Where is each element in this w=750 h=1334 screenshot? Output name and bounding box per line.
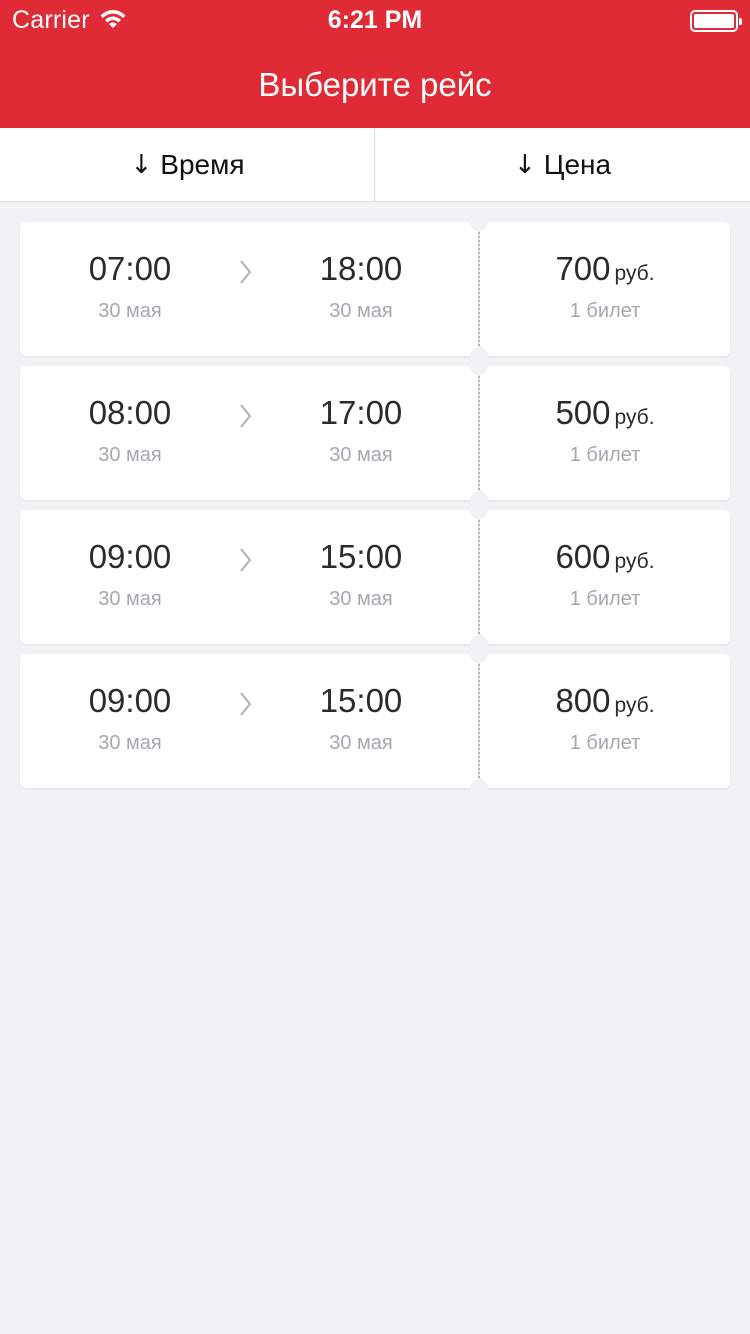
trip-card[interactable]: 08:00 30 мая 17:00 30 мая 500 руб. 1 биле…: [20, 357, 730, 509]
ticket-notch: [470, 645, 488, 663]
sort-time-label: Время: [160, 149, 245, 180]
price-currency: руб.: [614, 694, 655, 717]
ticket-count: 1 билет: [569, 444, 641, 466]
arrival-date: 30 мая: [329, 444, 393, 466]
departure: 08:00 30 мая: [40, 394, 220, 467]
ticket-notch: [470, 357, 488, 375]
departure-time: 07:00: [88, 250, 172, 287]
price-currency: руб.: [614, 262, 655, 285]
sort-bar: ↓ Время ↓ Цена: [0, 128, 750, 202]
arrival-time: 15:00: [319, 538, 403, 575]
status-time: 6:21 PM: [327, 6, 423, 34]
battery-icon: [690, 10, 742, 32]
arrow-down-icon: ↓: [513, 150, 536, 180]
sort-price-label: Цена: [543, 149, 612, 180]
arrow-down-icon: ↓: [130, 150, 153, 180]
arrival-time: 17:00: [319, 394, 403, 431]
departure: 07:00 30 мая: [40, 250, 220, 323]
departure-date: 30 мая: [98, 588, 162, 610]
price-currency: руб.: [614, 406, 655, 429]
page-title: Выберите рейс: [258, 66, 492, 103]
ticket-count: 1 билет: [569, 588, 641, 610]
chevron-right-icon: [240, 548, 252, 572]
price-box: 800 руб. 1 билет: [480, 682, 730, 755]
arrival: 15:00 30 мая: [271, 682, 451, 755]
price-value: 800: [555, 682, 611, 719]
arrival: 18:00 30 мая: [271, 250, 451, 323]
status-bar: Carrier 6:21 PM: [0, 0, 750, 40]
trip-list: 07:00 30 мая 18:00 30 мая 700 руб. 1 биле…: [20, 213, 730, 798]
trip-card[interactable]: 09:00 30 мая 15:00 30 мая 600 руб. 1 биле…: [20, 501, 730, 653]
arrival: 15:00 30 мая: [271, 538, 451, 611]
arrival-date: 30 мая: [329, 588, 393, 610]
departure-date: 30 мая: [98, 732, 162, 754]
sort-by-time-button[interactable]: ↓ Время: [0, 128, 375, 202]
departure-time: 08:00: [88, 394, 172, 431]
chevron-right-icon: [240, 692, 252, 716]
sort-by-price-button[interactable]: ↓ Цена: [375, 128, 750, 202]
arrival-time: 18:00: [319, 250, 403, 287]
ticket-notch: [470, 501, 488, 519]
trip-card[interactable]: 09:00 30 мая 15:00 30 мая 800 руб. 1 биле…: [20, 645, 730, 797]
ticket-notch: [470, 779, 488, 797]
price-value: 600: [555, 538, 611, 575]
chevron-right-icon: [240, 404, 252, 428]
price-box: 500 руб. 1 билет: [480, 394, 730, 467]
arrival-time: 15:00: [319, 682, 403, 719]
departure-date: 30 мая: [98, 444, 162, 466]
price-value: 500: [555, 394, 611, 431]
departure-date: 30 мая: [98, 300, 162, 322]
departure-time: 09:00: [88, 538, 172, 575]
price-box: 600 руб. 1 билет: [480, 538, 730, 611]
arrival-date: 30 мая: [329, 732, 393, 754]
ticket-count: 1 билет: [569, 732, 641, 754]
arrival-date: 30 мая: [329, 300, 393, 322]
price-currency: руб.: [614, 550, 655, 573]
departure-time: 09:00: [88, 682, 172, 719]
ticket-count: 1 билет: [569, 300, 641, 322]
trip-card[interactable]: 07:00 30 мая 18:00 30 мая 700 руб. 1 биле…: [20, 213, 730, 365]
nav-header: Carrier 6:21 PM Выберите рейс: [0, 0, 750, 128]
price-value: 700: [555, 250, 611, 287]
departure: 09:00 30 мая: [40, 538, 220, 611]
departure: 09:00 30 мая: [40, 682, 220, 755]
chevron-right-icon: [240, 260, 252, 284]
ticket-notch: [470, 213, 488, 231]
price-box: 700 руб. 1 билет: [480, 250, 730, 323]
arrival: 17:00 30 мая: [271, 394, 451, 467]
